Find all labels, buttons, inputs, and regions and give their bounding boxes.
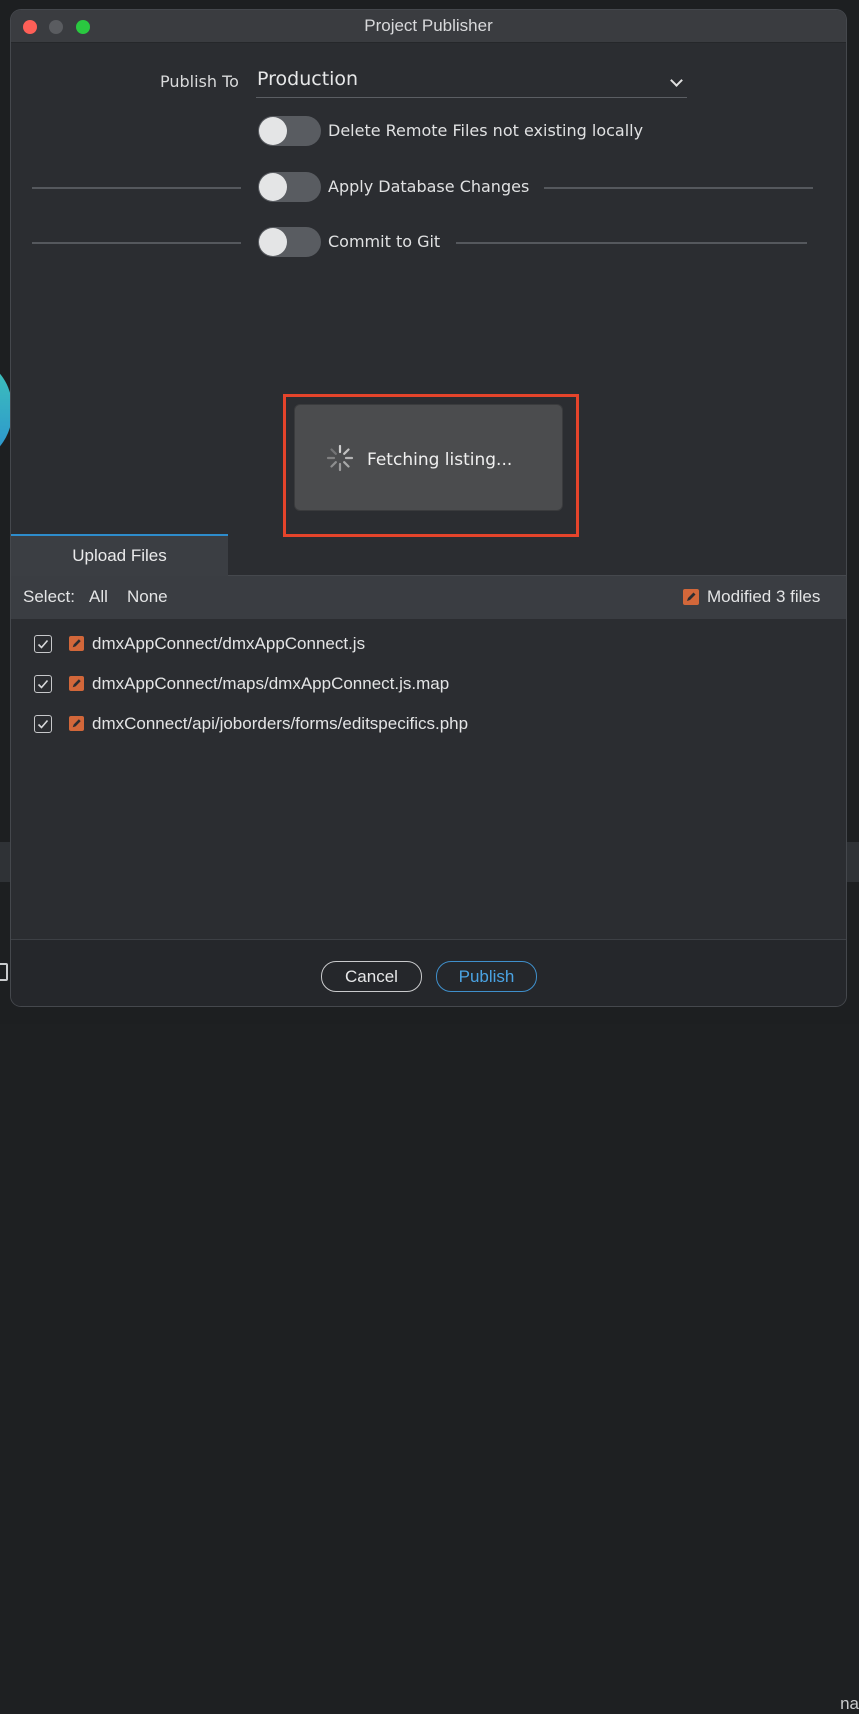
delete-remote-files-label: Delete Remote Files not existing locally <box>328 121 644 140</box>
divider-line <box>32 187 241 189</box>
project-publisher-dialog: Project Publisher Publish To Production … <box>11 10 846 1006</box>
file-checkbox[interactable] <box>34 715 52 733</box>
pencil-badge-icon <box>683 589 699 605</box>
dialog-footer: Cancel Publish <box>11 939 846 1006</box>
tab-upload-files[interactable]: Upload Files <box>11 534 228 577</box>
background-partial-text: na <box>840 1694 859 1713</box>
toggle-row-git: Commit to Git <box>11 225 846 259</box>
chevron-down-icon <box>670 74 683 87</box>
commit-to-git-toggle[interactable] <box>258 227 321 257</box>
fetching-status-overlay: Fetching listing... <box>295 405 562 510</box>
select-none-link[interactable]: None <box>127 587 168 607</box>
file-checkbox[interactable] <box>34 635 52 653</box>
publish-to-label: Publish To <box>160 72 239 91</box>
file-list: dmxAppConnect/dmxAppConnect.js dmxAppCon… <box>11 619 846 939</box>
pencil-badge-icon <box>69 636 84 651</box>
publish-button[interactable]: Publish <box>436 961 537 992</box>
divider-line <box>456 242 807 244</box>
select-label: Select: <box>23 587 75 606</box>
apply-database-changes-label: Apply Database Changes <box>328 177 530 196</box>
checkmark-icon <box>37 679 49 689</box>
toggle-knob <box>259 117 287 145</box>
cancel-button[interactable]: Cancel <box>321 961 422 992</box>
file-path: dmxConnect/api/joborders/forms/editspeci… <box>92 714 469 733</box>
file-path: dmxAppConnect/maps/dmxAppConnect.js.map <box>92 674 450 693</box>
apply-database-changes-toggle[interactable] <box>258 172 321 202</box>
pencil-badge-icon <box>69 676 84 691</box>
tab-upload-files-label: Upload Files <box>72 546 167 565</box>
spinner-icon <box>326 444 354 472</box>
modified-files-count: Modified 3 files <box>707 587 821 606</box>
select-all-link[interactable]: All <box>89 587 108 607</box>
toggle-knob <box>259 228 287 256</box>
toggle-knob <box>259 173 287 201</box>
toggle-row-delete-remote: Delete Remote Files not existing locally <box>11 114 846 148</box>
selection-toolbar: Select: All None Modified 3 files <box>11 576 846 619</box>
list-item[interactable]: dmxAppConnect/dmxAppConnect.js <box>11 624 846 664</box>
title-bar: Project Publisher <box>11 10 846 43</box>
checkmark-icon <box>37 719 49 729</box>
divider-line <box>32 242 241 244</box>
file-checkbox[interactable] <box>34 675 52 693</box>
divider-line <box>544 187 813 189</box>
publish-target-select[interactable]: Production <box>256 66 687 98</box>
publish-target-value: Production <box>257 68 359 90</box>
background-checkbox <box>0 963 8 981</box>
list-item[interactable]: dmxAppConnect/maps/dmxAppConnect.js.map <box>11 664 846 704</box>
pencil-badge-icon <box>69 716 84 731</box>
file-path: dmxAppConnect/dmxAppConnect.js <box>92 634 366 653</box>
commit-to-git-label: Commit to Git <box>328 232 441 251</box>
fetching-status-text: Fetching listing... <box>367 450 513 470</box>
list-item[interactable]: dmxConnect/api/joborders/forms/editspeci… <box>11 704 846 744</box>
window-title: Project Publisher <box>364 16 493 35</box>
checkmark-icon <box>37 639 49 649</box>
delete-remote-files-toggle[interactable] <box>258 116 321 146</box>
toggle-row-database: Apply Database Changes <box>11 170 846 204</box>
